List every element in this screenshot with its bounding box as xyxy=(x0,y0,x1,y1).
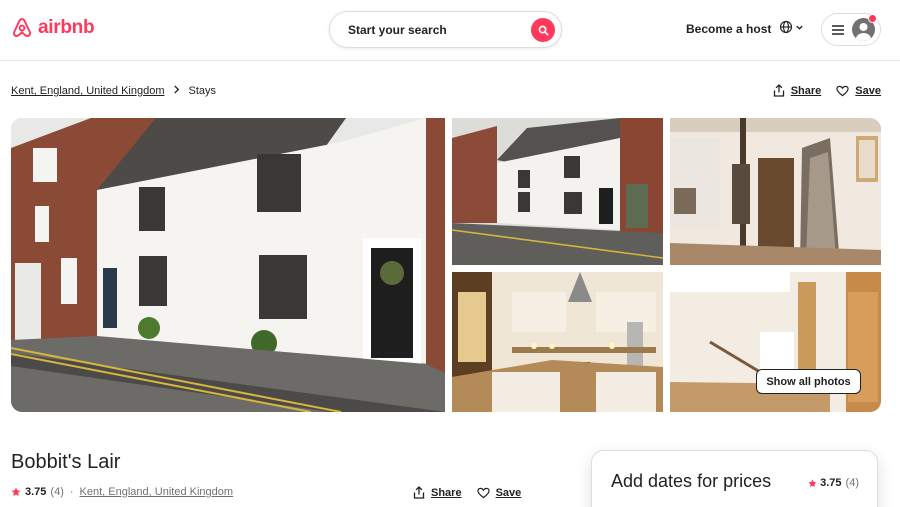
search-button[interactable] xyxy=(531,18,555,42)
hamburger-icon xyxy=(832,24,844,35)
listing-actions-bottom: Share Save xyxy=(413,486,521,499)
booking-card-title: Add dates for prices xyxy=(611,471,772,491)
booking-review-count: (4) xyxy=(845,477,859,489)
search-icon xyxy=(538,25,549,36)
chevron-down-icon xyxy=(796,25,803,30)
review-count[interactable]: (4) xyxy=(50,486,63,498)
save-label: Save xyxy=(855,84,881,97)
listing-meta: 3.75 (4) · Kent, England, United Kingdom xyxy=(11,486,233,498)
save-button[interactable]: Save xyxy=(836,84,881,97)
listing-location-link[interactable]: Kent, England, United Kingdom xyxy=(80,486,234,498)
show-all-photos-label: Show all photos xyxy=(766,375,851,388)
star-icon xyxy=(11,487,21,496)
share-button[interactable]: Share xyxy=(773,84,822,97)
meta-separator: · xyxy=(69,486,74,498)
share-label: Share xyxy=(431,486,462,499)
become-host-link[interactable]: Become a host xyxy=(686,22,771,36)
notification-dot xyxy=(868,14,877,23)
share-icon xyxy=(413,486,425,499)
heart-icon xyxy=(476,487,490,498)
photo-hallway-staircase[interactable] xyxy=(670,118,881,265)
photo-street-view[interactable] xyxy=(452,118,663,265)
breadcrumb-location-link[interactable]: Kent, England, United Kingdom xyxy=(11,85,165,97)
share-icon xyxy=(773,84,784,97)
listing-title: Bobbit's Lair xyxy=(11,451,121,473)
booking-card: Add dates for prices 3.75 (4) xyxy=(591,450,878,507)
photo-main-house-exterior[interactable] xyxy=(11,118,445,412)
search-placeholder: Start your search xyxy=(348,22,447,37)
save-label: Save xyxy=(495,486,522,499)
save-button-bottom[interactable]: Save xyxy=(476,486,522,499)
star-icon xyxy=(808,478,817,487)
top-header: airbnb Start your search Become a host xyxy=(0,0,900,61)
globe-icon xyxy=(779,20,793,34)
share-button-bottom[interactable]: Share xyxy=(413,486,462,499)
breadcrumb: Kent, England, United Kingdom Stays xyxy=(11,85,216,97)
language-button[interactable] xyxy=(779,20,804,34)
chevron-right-icon xyxy=(173,85,180,97)
booking-card-rating: 3.75 (4) xyxy=(808,477,859,489)
breadcrumb-current: Stays xyxy=(188,85,217,97)
rating-value: 3.75 xyxy=(25,486,47,498)
photo-kitchen[interactable] xyxy=(452,272,663,412)
search-bar[interactable]: Start your search xyxy=(329,11,562,48)
airbnb-logo[interactable]: airbnb xyxy=(10,16,95,40)
brand-name: airbnb xyxy=(38,17,95,38)
heart-icon xyxy=(836,85,849,96)
show-all-photos-button[interactable]: Show all photos xyxy=(756,369,861,394)
booking-rating-value: 3.75 xyxy=(820,477,842,489)
share-label: Share xyxy=(790,84,822,97)
listing-actions-top: Share Save xyxy=(773,84,881,97)
airbnb-logo-icon xyxy=(12,18,32,37)
